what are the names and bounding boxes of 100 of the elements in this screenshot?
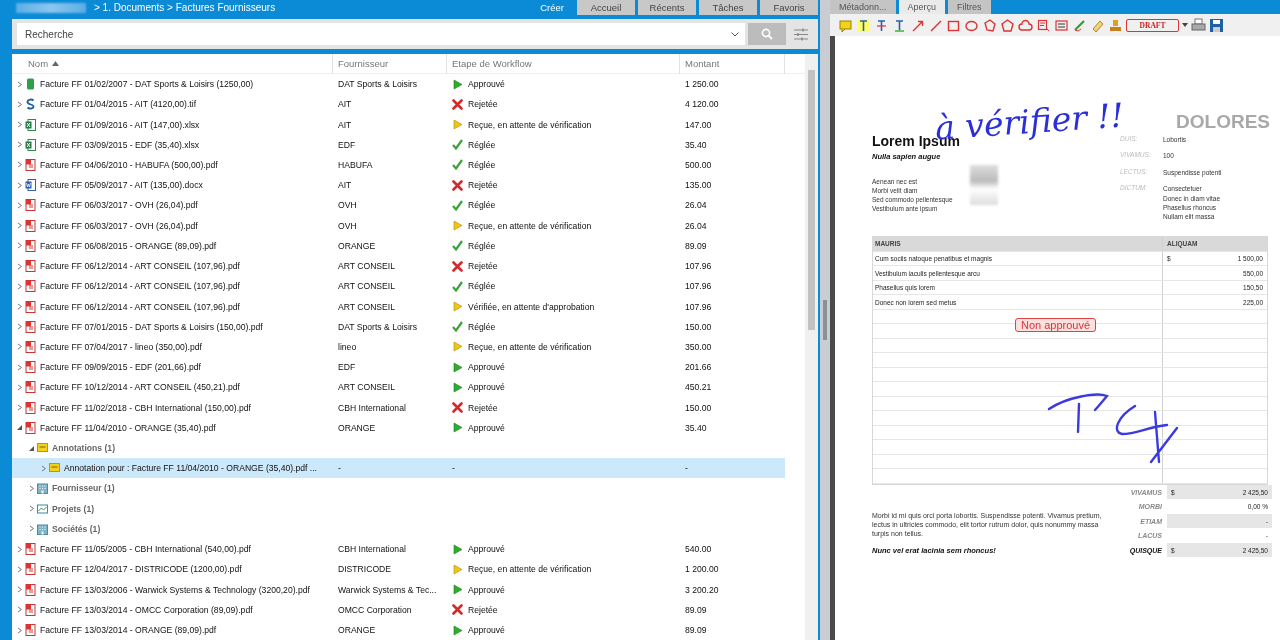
column-header[interactable]: Montant (685, 58, 720, 69)
list-row[interactable]: Facture FF 11/02/2018 - CBH International (150,00).pdf CBH International Rejetée 150.00 (12, 397, 785, 418)
dropdown-caret-icon[interactable] (731, 31, 739, 37)
tool-button[interactable] (1108, 17, 1123, 33)
list-row[interactable]: Facture FF 13/03/2014 - OMCC Corporation (89,09).pdf OMCC Corporation Rejetée 89.09 (12, 599, 785, 620)
file-name: Facture FF 07/01/2015 - DAT Sports & Loisirs (150,00).pdf (40, 321, 263, 332)
workflow-status: Reçue, en attente de vérification (468, 220, 592, 231)
list-row[interactable]: Facture FF 11/05/2005 - CBH International (540,00).pdf CBH International Approuvé 540.00 (12, 539, 785, 560)
list-row[interactable]: Facture FF 04/06/2010 - HABUFA (500,00).pdf HABUFA Réglée 500.00 (12, 154, 785, 176)
amount-cell: 1 200.00 (685, 564, 719, 575)
cross-icon (452, 98, 463, 110)
tool-button[interactable] (1036, 17, 1051, 33)
list-row[interactable]: Facture FF 13/03/2014 - ORANGE (89,09).pdf ORANGE Approuvé 89.09 (12, 619, 785, 640)
collapse-arrow-icon[interactable] (28, 444, 35, 452)
list-row[interactable]: Facture FF 11/04/2010 - ORANGE (35,40).pdf ORANGE Approuvé 35.40 (12, 417, 785, 438)
supplier-cell: EDF (338, 362, 356, 373)
list-row[interactable]: Facture FF 06/08/2015 - ORANGE (89,09).pdf ORANGE Réglée 89.09 (12, 235, 785, 256)
file-name: Annotation pour : Facture FF 11/04/2010 - ORANGE (35,40).pdf ... (64, 463, 317, 474)
list-row[interactable]: Facture FF 06/03/2017 - OVH (26,04).pdf OVH Réglée 26.04 (12, 195, 785, 216)
pdf-file-icon (25, 159, 36, 171)
list-row[interactable]: Facture FF 13/03/2006 - Warwick Systems & Technology (3200,20).pdf Warwick Systems & Tec... Approuvé 3 200.20 (12, 579, 785, 600)
list-row[interactable]: Facture FF 06/03/2017 - OVH (26,04).pdf OVH Reçue, en attente de vérification 26.04 (12, 215, 785, 236)
nav-tab[interactable]: Tâches (699, 0, 757, 15)
file-name: Facture FF 03/09/2015 - EDF (35,40).xlsx (40, 139, 200, 150)
supplier-cell: Warwick Systems & Tec... (338, 584, 437, 595)
panel-tab[interactable]: Aperçu (898, 0, 946, 14)
tool-button[interactable] (1000, 17, 1015, 33)
list-row[interactable]: Annotation pour : Facture FF 11/04/2010 - ORANGE (35,40).pdf ... - - - (12, 458, 785, 479)
tool-button[interactable] (1018, 17, 1033, 33)
workflow-status: Approuvé (468, 382, 505, 393)
amount-cell: 107.96 (685, 301, 712, 312)
search-field[interactable]: Recherche (17, 23, 745, 45)
group-label: Fournisseur (1) (52, 483, 115, 494)
supplier-cell: AIT (338, 119, 352, 130)
sliders-icon (793, 27, 809, 41)
collapse-arrow-icon[interactable] (16, 424, 23, 432)
check-icon (452, 159, 463, 171)
list-row[interactable]: Facture FF 01/02/2007 - DAT Sports & Loisirs (1250,00) DAT Sports & Loisirs Approuvé 1 250.00 (12, 74, 785, 95)
list-row[interactable]: Annotations (1) (12, 437, 805, 459)
cross-icon (452, 260, 463, 272)
file-name: Facture FF 06/03/2017 - OVH (26,04).pdf (40, 200, 198, 211)
group-label: Annotations (1) (52, 443, 115, 454)
amount-cell: 35.40 (685, 139, 707, 150)
splitter-handle[interactable] (823, 300, 827, 340)
list-row[interactable]: Projets (1) (12, 498, 805, 519)
create-button[interactable]: Créer (530, 0, 574, 15)
list-row[interactable]: Facture FF 06/12/2014 - ART CONSEIL (107,96).pdf ART CONSEIL Vérifiée, en attente d'approbation 107.96 (12, 296, 785, 317)
amount-cell: 150.00 (685, 321, 712, 332)
search-button[interactable] (748, 23, 786, 45)
list-row[interactable]: Facture FF 07/01/2015 - DAT Sports & Loisirs (150,00).pdf DAT Sports & Loisirs Réglée 150.00 (12, 316, 785, 337)
tool-button[interactable] (1072, 17, 1087, 33)
amount-cell: 26.04 (685, 220, 707, 231)
tool-button[interactable] (892, 17, 907, 33)
nav-tab[interactable]: Favoris (760, 0, 818, 15)
status-stamp: Non approuvé (1015, 318, 1097, 332)
group-label: Projets (1) (52, 503, 95, 514)
list-row[interactable]: Facture FF 10/12/2014 - ART CONSEIL (450,21).pdf ART CONSEIL Approuvé 450.21 (12, 377, 785, 398)
scrollbar-thumb[interactable] (808, 70, 815, 330)
play-arrow-icon (452, 584, 463, 596)
search-input[interactable]: Recherche (25, 28, 731, 40)
tool-button[interactable] (874, 17, 889, 33)
column-header[interactable]: Fournisseur (338, 58, 389, 69)
file-name: Facture FF 11/04/2010 - ORANGE (35,40).pdf (40, 422, 216, 433)
panel-tab[interactable]: Filtres (948, 0, 991, 14)
textbox-icon (1036, 17, 1051, 33)
file-name: Facture FF 01/02/2007 - DAT Sports & Loisirs (1250,00) (40, 79, 254, 90)
list-row[interactable]: Facture FF 01/09/2016 - AIT (147,00).xlsx AIT Reçue, en attente de vérification 147.00 (12, 114, 785, 135)
list-row[interactable]: Facture FF 03/09/2015 - EDF (35,40).xlsx EDF Réglée 35.40 (12, 134, 785, 155)
save-icon (1209, 17, 1224, 33)
dropdown-caret-icon[interactable] (1182, 23, 1188, 27)
workflow-status: Approuvé (468, 362, 505, 373)
column-header[interactable]: Nom (28, 58, 49, 69)
file-name: Facture FF 06/12/2014 - ART CONSEIL (107,96).pdf (40, 281, 240, 292)
list-row[interactable]: Facture FF 12/04/2017 - DISTRICODE (1200,00).pdf DISTRICODE Reçue, en attente de vérification 1 200.00 (12, 559, 785, 580)
workflow-status: Approuvé (468, 422, 505, 433)
amount-cell: 3 200.20 (685, 584, 719, 595)
nav-tab[interactable]: Accueil (577, 0, 635, 15)
panel-tab[interactable]: Métadonn... (830, 0, 896, 14)
cross-icon (452, 402, 463, 414)
tool-button[interactable] (856, 17, 871, 33)
list-row[interactable]: Facture FF 09/09/2015 - EDF (201,66).pdf EDF Approuvé 201.66 (12, 357, 785, 378)
group-label: Sociétés (1) (52, 523, 101, 534)
list-row[interactable]: Facture FF 06/12/2014 - ART CONSEIL (107,96).pdf ART CONSEIL Réglée 107.96 (12, 276, 785, 297)
workflow-status: Approuvé (468, 584, 505, 595)
pdf-file-icon (25, 280, 36, 293)
column-header[interactable]: Etape de Workflow (452, 58, 532, 69)
list-row[interactable]: Facture FF 06/12/2014 - ART CONSEIL (107,96).pdf ART CONSEIL Rejetée 107.96 (12, 255, 785, 277)
tool-button[interactable] (1191, 17, 1206, 33)
list-row[interactable]: Facture FF 05/09/2017 - AIT (135,00).docx AIT Rejetée 135.00 (12, 175, 785, 196)
list-row[interactable]: Facture FF 01/04/2015 - AIT (4120,00).tif AIT Rejetée 4 120.00 (12, 94, 785, 115)
tool-button[interactable] (1054, 17, 1069, 33)
tool-button[interactable] (1209, 17, 1224, 33)
list-row[interactable]: Facture FF 07/04/2017 - lineo (350,00).pdf lineo Reçue, en attente de vérification 350.00 (12, 336, 785, 358)
list-row[interactable]: Fournisseur (1) (12, 478, 805, 499)
nav-tab[interactable]: Récents (638, 0, 696, 15)
supplier-cell: AIT (338, 99, 352, 110)
list-row[interactable]: Sociétés (1) (12, 518, 805, 540)
building-icon (37, 482, 48, 495)
tool-button[interactable] (982, 17, 997, 33)
pentagon-icon (1000, 17, 1015, 33)
